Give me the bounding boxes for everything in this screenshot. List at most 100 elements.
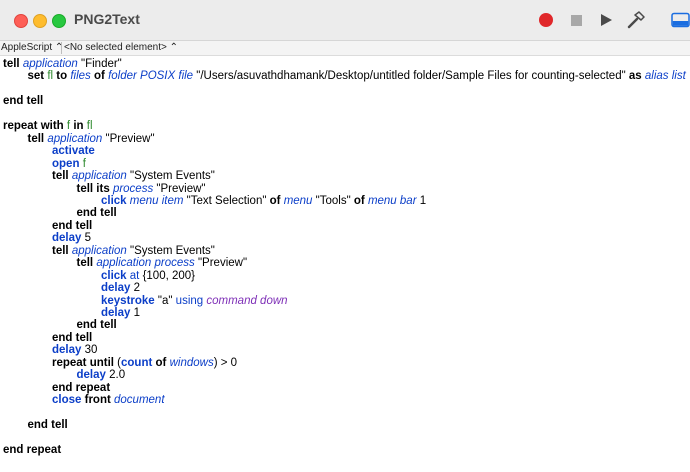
code-token: using (175, 294, 204, 307)
code-line: end tell (52, 220, 92, 233)
code-token: 5 (81, 232, 92, 245)
code-token: menu bar (367, 194, 417, 207)
code-token: ( (113, 356, 122, 369)
code-token: "Finder" (77, 58, 122, 70)
code-token: repeat with (3, 120, 64, 133)
code-line: close front document (52, 394, 165, 407)
code-token: fl (86, 120, 93, 133)
run-button[interactable] (596, 10, 616, 30)
code-token: process (112, 182, 154, 195)
code-line: tell its process "Preview" (77, 183, 206, 196)
code-token: ) > 0 (213, 356, 238, 369)
code-token: "System Events" (126, 170, 215, 183)
code-line: tell application "Preview" (28, 133, 155, 146)
code-token: activate (52, 145, 95, 158)
code-token: tell (52, 170, 69, 183)
code-token: {100, 200} (139, 269, 196, 282)
code-line: delay 2.0 (77, 369, 126, 382)
code-token: end tell (27, 419, 68, 432)
code-token: "System Events" (126, 244, 215, 257)
code-token: "Text Selection" (183, 194, 270, 207)
title-bar: PNG2Text (0, 0, 690, 41)
code-token: end repeat (3, 443, 62, 456)
code-token: application (22, 58, 78, 70)
code-token: "Preview" (194, 257, 248, 270)
code-token: as (628, 70, 642, 83)
code-token: front (84, 394, 111, 407)
code-token: end tell (76, 207, 117, 220)
code-token: in (73, 120, 84, 133)
record-button[interactable] (536, 10, 556, 30)
code-token: delay (52, 232, 82, 245)
code-token: 30 (81, 344, 98, 357)
code-token: command down (206, 294, 288, 307)
code-line: keystroke "a" using command down (101, 295, 288, 308)
code-token: application process (96, 257, 195, 270)
code-line: click menu item "Text Selection" of menu… (101, 195, 426, 208)
stop-button[interactable] (566, 10, 586, 30)
code-token: delay (101, 282, 131, 295)
hammer-icon (627, 11, 645, 29)
code-line: delay 5 (52, 232, 91, 245)
code-token: end tell (52, 331, 93, 344)
minimize-window-button[interactable] (33, 14, 47, 28)
window-title: PNG2Text (74, 11, 140, 27)
code-token: f (82, 157, 86, 170)
code-token: files (70, 70, 91, 83)
code-line: end repeat (52, 382, 110, 395)
code-token: count (121, 356, 153, 369)
code-token: at (129, 269, 140, 282)
code-token: keystroke (101, 294, 155, 307)
code-token: close (52, 394, 82, 407)
stop-icon (570, 14, 582, 26)
navigation-bar: AppleScript ⌃ <No selected element> ⌃ (0, 41, 690, 56)
language-selector[interactable]: AppleScript ⌃ (1, 42, 63, 54)
code-line: end tell (52, 332, 92, 345)
code-token: of (155, 356, 167, 369)
toggle-panel-button[interactable] (670, 10, 690, 30)
code-token: "Tools" (312, 194, 354, 207)
code-token: click (101, 194, 127, 207)
code-line: end repeat (3, 444, 61, 457)
code-token: "a" (154, 294, 176, 307)
code-line: delay 2 (101, 282, 140, 295)
code-token: end tell (76, 319, 117, 332)
code-token: 2.0 (105, 369, 126, 382)
code-line: delay 30 (52, 344, 97, 357)
code-line: tell application process "Preview" (77, 257, 248, 270)
code-token: menu item (129, 194, 184, 207)
close-window-button[interactable] (14, 14, 28, 28)
zoom-window-button[interactable] (52, 14, 66, 28)
code-token: end repeat (52, 381, 111, 394)
code-line: end tell (77, 319, 117, 332)
code-token: 2 (130, 282, 141, 295)
code-line: tell application "Finder" (3, 58, 122, 71)
code-line: end tell (77, 207, 117, 220)
code-token: delay (101, 307, 131, 319)
code-token: application (71, 244, 127, 257)
element-selector[interactable]: <No selected element> ⌃ (61, 42, 178, 54)
code-token: application (71, 170, 127, 183)
code-token: tell (76, 257, 94, 270)
code-line: repeat until (count of windows) > 0 (52, 357, 237, 370)
code-token: "Preview" (153, 182, 206, 195)
code-token: alias list (644, 70, 686, 83)
code-token: folder POSIX file (108, 70, 194, 83)
compile-button[interactable] (626, 10, 646, 30)
record-icon (539, 13, 553, 27)
code-line: tell application "System Events" (52, 170, 215, 183)
code-line: delay 1 (101, 307, 140, 320)
code-line: end tell (3, 95, 43, 108)
code-line: click at {100, 200} (101, 270, 195, 283)
code-token: "Preview" (102, 132, 155, 145)
code-token: application (47, 132, 103, 145)
code-token: set (27, 70, 45, 83)
code-token: tell its (76, 182, 110, 195)
code-token: of (94, 70, 105, 83)
code-token: delay (52, 344, 82, 357)
code-token: tell (27, 132, 45, 145)
code-token: click (101, 269, 127, 282)
code-line: end tell (28, 419, 68, 432)
code-line: activate (52, 145, 95, 158)
code-line: set fl to files of folder POSIX file "/U… (28, 70, 686, 83)
